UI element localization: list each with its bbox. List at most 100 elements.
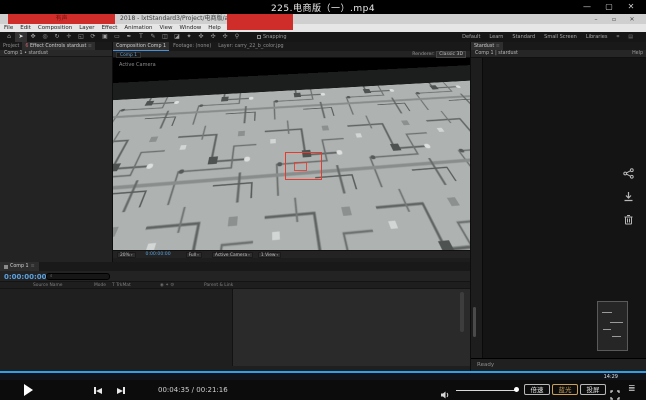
workspace-standard[interactable]: Standard xyxy=(512,34,535,40)
window-maximize-button[interactable]: ▢ xyxy=(602,1,616,12)
window-close-button[interactable]: ✕ xyxy=(624,1,638,12)
timeline-search-input[interactable]: ⌕ xyxy=(46,273,110,280)
screen: 225.电商版（一）.mp4 — ▢ ✕ 2018 - lxtStandard3… xyxy=(0,0,646,400)
menu-window[interactable]: Window xyxy=(180,25,202,31)
player-title-bar: 225.电商版（一）.mp4 — ▢ ✕ xyxy=(0,0,646,14)
column-mode[interactable]: Mode xyxy=(94,283,106,288)
viewport-timecode[interactable]: 0:00:00:00 xyxy=(146,252,171,257)
quality-button[interactable]: 蓝光 xyxy=(552,384,578,395)
stamp-tool-icon[interactable]: ◫ xyxy=(159,32,171,42)
column-parent-link[interactable]: Parent & Link xyxy=(204,283,233,288)
column-switches-icons: ◉ ✦ ⚙ xyxy=(160,283,174,288)
tab-stardust[interactable]: Stardust ≡ xyxy=(471,42,503,50)
renderer-info[interactable]: Renderer: Classic 3D xyxy=(412,52,466,57)
video-frame[interactable]: 2018 - lxtStandard3/Project/电商版/ae.aep *… xyxy=(0,14,646,380)
download-icon[interactable] xyxy=(623,191,634,202)
eraser-tool-icon[interactable]: ◪ xyxy=(171,32,183,42)
timeline-comp-tab[interactable]: Comp 1 ≡ xyxy=(0,262,39,271)
stardust-node-canvas[interactable] xyxy=(483,58,646,358)
model-selection-box[interactable] xyxy=(285,152,322,180)
workspace-small-screen[interactable]: Small Screen xyxy=(544,34,577,40)
column-trkmat[interactable]: T TrkMat xyxy=(112,283,131,288)
workspace-bar-icon[interactable]: ▤ xyxy=(628,34,633,40)
workspace-libraries[interactable]: Libraries xyxy=(586,34,608,40)
share-nodes-icon[interactable] xyxy=(623,168,634,179)
renderer-value[interactable]: Classic 3D xyxy=(436,51,466,58)
tab-layer[interactable]: Layer: carry_22_b_color.jpg xyxy=(215,42,286,51)
pen-tool-icon[interactable]: ✒ xyxy=(123,32,135,42)
window-minimize-button[interactable]: — xyxy=(580,1,594,12)
mask-tool-icon[interactable]: ⚲ xyxy=(231,32,243,42)
panel-menu-icon[interactable]: ≡ xyxy=(88,44,92,49)
next-button[interactable] xyxy=(117,387,125,394)
cast-button[interactable]: 投屏 xyxy=(580,384,606,395)
tab-effect-controls[interactable]: 6 Effect Controls stardust ≡ xyxy=(22,42,95,50)
snapping-control[interactable]: Snapping xyxy=(257,34,287,40)
stardust-help-link[interactable]: Help xyxy=(632,50,643,58)
menu-edit[interactable]: Edit xyxy=(20,25,31,31)
pan-behind-icon[interactable]: ▣ xyxy=(99,32,111,42)
panel-menu-icon[interactable]: ≡ xyxy=(31,264,35,269)
composition-tabs: Composition Comp 1 Footage: (none) Layer… xyxy=(113,42,470,51)
resolution-dropdown[interactable]: Full xyxy=(186,252,202,258)
video-seekbar[interactable] xyxy=(0,371,646,373)
tab-composition[interactable]: Composition Comp 1 xyxy=(113,42,169,51)
timeline-track-area[interactable] xyxy=(232,289,470,366)
comp-name-chip[interactable]: Comp 1 xyxy=(116,52,141,58)
selection-tool-icon[interactable]: ➤ xyxy=(15,32,27,42)
column-source-name[interactable]: Source Name xyxy=(33,283,62,288)
view-layout-dropdown[interactable]: 1 View xyxy=(258,252,281,258)
panel-menu-icon[interactable]: ≡ xyxy=(496,44,500,49)
workspace-default[interactable]: Default xyxy=(462,34,480,40)
hand-tool-icon[interactable]: ✥ xyxy=(27,32,39,42)
stardust-tabs: Stardust ≡ xyxy=(471,42,646,50)
brush-tool-icon[interactable]: ✎ xyxy=(147,32,159,42)
timeline-scrollbar[interactable] xyxy=(460,292,464,332)
speed-button[interactable]: 倍速 xyxy=(524,384,550,395)
current-timecode[interactable]: 0:00:00:00 xyxy=(4,273,47,281)
tab-footage[interactable]: Footage: (none) xyxy=(170,42,214,51)
volume-slider[interactable] xyxy=(456,390,518,391)
trash-icon[interactable] xyxy=(623,214,634,225)
dolly-camera-icon[interactable]: ◱ xyxy=(75,32,87,42)
volume-icon[interactable] xyxy=(440,385,450,395)
character-tool-icon-2[interactable]: ✣ xyxy=(219,32,231,42)
preview-line xyxy=(603,329,611,330)
shape-tool-icon[interactable]: ▭ xyxy=(111,32,123,42)
tab-project[interactable]: Project xyxy=(0,42,22,50)
viewport[interactable]: Active Camera xyxy=(113,58,470,250)
snapping-label: Snapping xyxy=(263,34,287,40)
menu-animation[interactable]: Animation xyxy=(124,25,152,31)
timeline-column-headers: Source Name Mode T TrkMat ◉ ✦ ⚙ Parent &… xyxy=(0,282,470,289)
strip-scrollbar[interactable] xyxy=(473,307,476,337)
roto-brush-icon[interactable]: ✦ xyxy=(183,32,195,42)
preview-line xyxy=(612,336,621,337)
type-tool-icon[interactable]: T xyxy=(135,32,147,42)
menu-effect[interactable]: Effect xyxy=(102,25,118,31)
previous-button[interactable] xyxy=(94,387,102,394)
character-tool-icon[interactable]: ✣ xyxy=(207,32,219,42)
magnification-dropdown[interactable]: 20% xyxy=(117,252,136,258)
menu-composition[interactable]: Composition xyxy=(38,25,72,31)
camera-dropdown[interactable]: Active Camera xyxy=(212,252,253,258)
orbit-camera-icon[interactable]: ↻ xyxy=(51,32,63,42)
circuit-board-3d-plane xyxy=(113,58,470,93)
fullscreen-icon[interactable] xyxy=(610,385,620,395)
menu-file[interactable]: File xyxy=(4,25,13,31)
workspace-grid-icon[interactable]: ⌗ xyxy=(616,34,619,40)
menu-help[interactable]: Help xyxy=(208,25,221,31)
play-button[interactable] xyxy=(24,384,33,396)
home-icon[interactable]: ⌂ xyxy=(3,32,15,42)
rotation-tool-icon[interactable]: ⟳ xyxy=(87,32,99,42)
puppet-pin-icon[interactable]: ✜ xyxy=(195,32,207,42)
volume-knob[interactable] xyxy=(514,387,519,392)
menu-view[interactable]: View xyxy=(159,25,172,31)
menu-layer[interactable]: Layer xyxy=(79,25,94,31)
playlist-icon[interactable]: ≣ xyxy=(628,384,636,395)
stardust-actions xyxy=(623,168,634,225)
workspace-learn[interactable]: Learn xyxy=(489,34,503,40)
zoom-tool-icon[interactable]: ◎ xyxy=(39,32,51,42)
pan-camera-icon[interactable]: ✛ xyxy=(63,32,75,42)
snapping-checkbox[interactable] xyxy=(257,35,261,39)
material-preview-thumbnail[interactable] xyxy=(597,301,628,351)
